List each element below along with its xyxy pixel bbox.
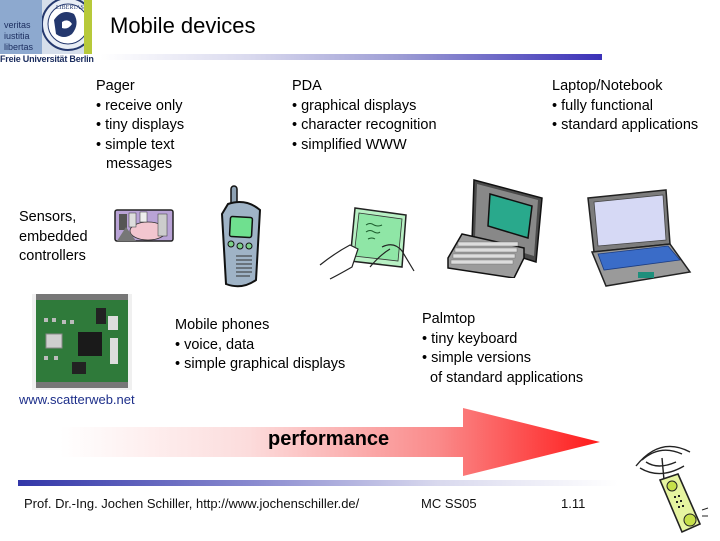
logo-motto-line: libertas [4,42,34,52]
palmtop-item: • tiny keyboard [422,330,518,347]
laptop-item: • standard applications [552,117,699,133]
logo-motto-line: iustitia [4,31,30,41]
laptop-block: Laptop/Notebook • fully functional • sta… [552,77,698,136]
wireless-phone-icon [620,440,710,536]
palmtop-title: Palmtop [422,311,476,327]
title-divider [100,54,602,60]
logo-motto-panel: veritas iustitia libertas [0,0,42,54]
logo-motto-line: veritas [4,20,31,30]
laptop-icon [586,188,698,288]
footer-author: Prof. Dr.-Ing. Jochen Schiller, http://w… [24,496,360,511]
palmtop-item: • simple versions [422,350,532,366]
seal-icon: LIBERTAS [42,0,84,54]
pager-block: Pager • receive only • tiny displays • s… [96,77,184,175]
mobile-phone-icon [218,184,268,290]
pda-item: • graphical displays [292,97,417,114]
laptop-item: • fully functional [552,97,653,114]
palmtop-icon [444,178,544,279]
pda-icon [310,205,420,280]
university-logo: veritas iustitia libertas LIBERTAS Freie… [0,0,94,70]
svg-text:LIBERTAS: LIBERTAS [56,5,84,11]
footer-page-number: 1.11 [561,496,586,511]
performance-label: performance [268,428,390,450]
pda-title: PDA [292,78,322,94]
mobile-phones-title: Mobile phones [175,317,270,333]
scatterweb-link[interactable]: www.scatterweb.net [19,392,135,407]
sensors-label: Sensors, embedded controllers [19,208,88,267]
pager-item: • simple text [96,136,175,153]
meeting-clipart-icon [114,209,174,242]
university-name: Freie Universität Berlin [0,54,94,64]
pager-title: Pager [96,78,135,94]
page-title: Mobile devices [110,13,256,38]
mobile-phones-item: • simple graphical displays [175,356,346,372]
palmtop-item: of standard applications [430,369,584,386]
logo-accent-stripe [84,0,92,54]
pda-block: PDA • graphical displays • character rec… [292,77,437,155]
palmtop-block: Palmtop • tiny keyboard • simple version… [422,310,583,388]
mobile-phones-block: Mobile phones • voice, data • simple gra… [175,316,345,375]
pda-item: • simplified WWW [292,136,407,153]
sensors-line: controllers [19,248,86,264]
sensors-line: Sensors, [19,209,77,225]
laptop-title: Laptop/Notebook [552,78,663,94]
pager-item: • receive only [96,97,183,114]
sensor-board-image [32,294,132,390]
footer-divider [18,480,618,486]
footer-course: MC SS05 [421,496,477,511]
pda-item: • character recognition [292,117,437,133]
sensors-line: embedded [19,228,88,245]
pager-item: messages [106,156,173,172]
mobile-phones-item: • voice, data [175,336,255,353]
pager-item: • tiny displays [96,117,185,133]
